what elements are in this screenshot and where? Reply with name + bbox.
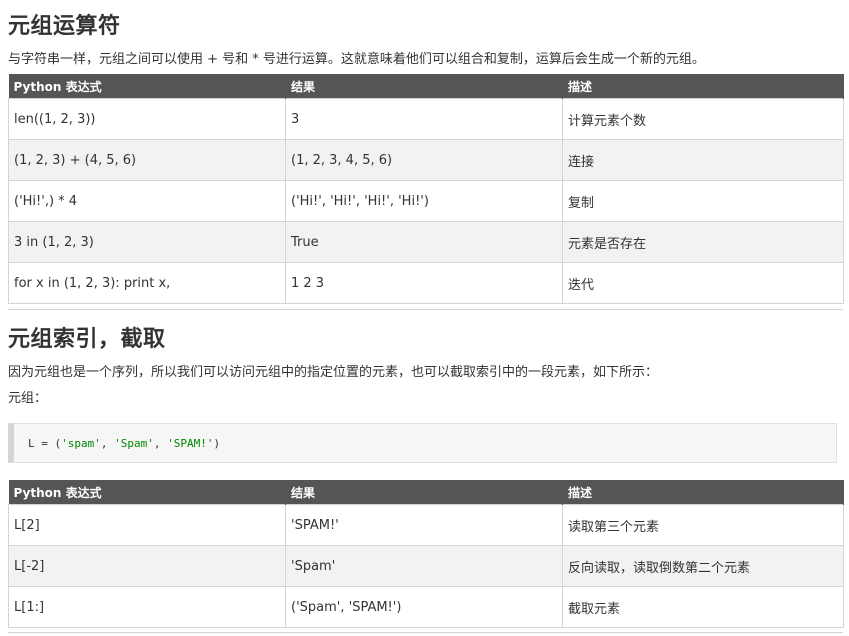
code-string: 'SPAM!' xyxy=(167,437,214,450)
column-header: Python 表达式 xyxy=(8,480,286,505)
section-heading-indexing: 元组索引，截取 xyxy=(8,327,166,352)
table-cell: 'Spam' xyxy=(285,545,563,587)
code-separator: , xyxy=(153,437,168,450)
table-cell: (1, 2, 3, 4, 5, 6) xyxy=(285,139,563,181)
table-cell: for x in (1, 2, 3): print x, xyxy=(8,262,286,304)
table-cell: 1 2 3 xyxy=(285,262,563,304)
table-cell: 3 in (1, 2, 3) xyxy=(8,221,286,263)
column-header: 描述 xyxy=(562,480,844,505)
table-cell: 'SPAM!' xyxy=(285,504,563,546)
column-header: 描述 xyxy=(562,74,844,99)
table-header-row: Python 表达式 结果 描述 xyxy=(8,480,844,505)
code-block: L = ('spam', 'Spam', 'SPAM!') xyxy=(8,423,837,463)
table-row: len((1, 2, 3)) 3 计算元素个数 xyxy=(8,98,844,140)
column-header: Python 表达式 xyxy=(8,74,286,99)
code-string: 'spam' xyxy=(61,437,101,450)
section-intro-operators: 与字符串一样，元组之间可以使用 + 号和 * 号进行运算。这就意味着他们可以组合… xyxy=(8,52,705,67)
table-row: 3 in (1, 2, 3) True 元素是否存在 xyxy=(8,221,844,263)
table-row: for x in (1, 2, 3): print x, 1 2 3 迭代 xyxy=(8,262,844,304)
section-divider xyxy=(8,632,843,633)
table-header-row: Python 表达式 结果 描述 xyxy=(8,74,844,99)
code-separator: , xyxy=(100,437,115,450)
tuple-label: 元组： xyxy=(8,391,48,406)
table-row: L[1:] ('Spam', 'SPAM!') 截取元素 xyxy=(8,586,844,628)
page: 元组运算符 与字符串一样，元组之间可以使用 + 号和 * 号进行运算。这就意味着… xyxy=(0,0,849,636)
section-intro-indexing: 因为元组也是一个序列，所以我们可以访问元组中的指定位置的元素，也可以截取索引中的… xyxy=(8,365,659,380)
table-cell: L[2] xyxy=(8,504,286,546)
table-cell: L[1:] xyxy=(8,586,286,628)
table-cell: 截取元素 xyxy=(562,586,844,628)
table-cell: 3 xyxy=(285,98,563,140)
table-cell: True xyxy=(285,221,563,263)
code-prefix: L = ( xyxy=(28,437,62,450)
column-header: 结果 xyxy=(285,74,563,99)
table-cell: ('Spam', 'SPAM!') xyxy=(285,586,563,628)
table-row: ('Hi!',) * 4 ('Hi!', 'Hi!', 'Hi!', 'Hi!'… xyxy=(8,180,844,222)
indexing-table: Python 表达式 结果 描述 L[2] 'SPAM!' 读取第三个元素 L[… xyxy=(8,480,844,628)
table-cell: 复制 xyxy=(562,180,844,222)
table-cell: ('Hi!',) * 4 xyxy=(8,180,286,222)
section-heading-operators: 元组运算符 xyxy=(8,14,121,39)
code-suffix: ) xyxy=(213,437,221,450)
table-cell: 反向读取，读取倒数第二个元素 xyxy=(562,545,844,587)
table-cell: 元素是否存在 xyxy=(562,221,844,263)
section-divider xyxy=(8,309,843,310)
table-cell: (1, 2, 3) + (4, 5, 6) xyxy=(8,139,286,181)
table-cell: 计算元素个数 xyxy=(562,98,844,140)
table-cell: L[-2] xyxy=(8,545,286,587)
table-row: (1, 2, 3) + (4, 5, 6) (1, 2, 3, 4, 5, 6)… xyxy=(8,139,844,181)
table-cell: ('Hi!', 'Hi!', 'Hi!', 'Hi!') xyxy=(285,180,563,222)
table-cell: 连接 xyxy=(562,139,844,181)
table-cell: 读取第三个元素 xyxy=(562,504,844,546)
table-row: L[-2] 'Spam' 反向读取，读取倒数第二个元素 xyxy=(8,545,844,587)
column-header: 结果 xyxy=(285,480,563,505)
table-cell: len((1, 2, 3)) xyxy=(8,98,286,140)
operators-table: Python 表达式 结果 描述 len((1, 2, 3)) 3 计算元素个数… xyxy=(8,74,844,304)
table-cell: 迭代 xyxy=(562,262,844,304)
table-row: L[2] 'SPAM!' 读取第三个元素 xyxy=(8,504,844,546)
code-string: 'Spam' xyxy=(114,437,154,450)
